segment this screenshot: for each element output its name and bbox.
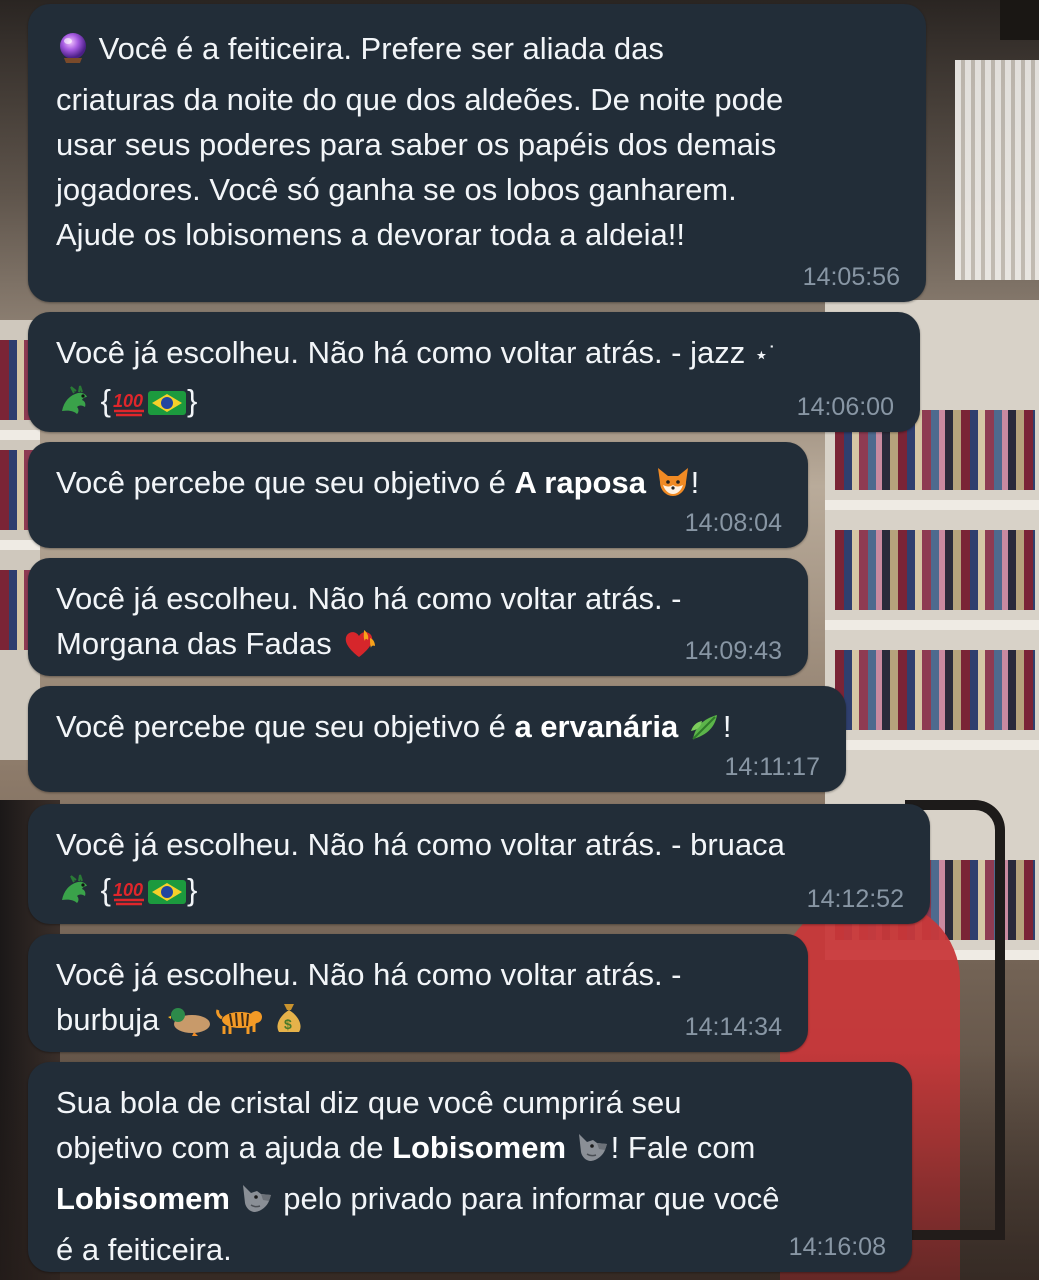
message-timestamp: 14:11:17 (724, 753, 820, 781)
svg-text:$: $ (284, 1016, 292, 1032)
message-timestamp: 14:16:08 (788, 1233, 886, 1261)
wolf-icon (239, 1181, 275, 1227)
brazil-flag-icon (147, 873, 187, 918)
money-bag-icon: $ (273, 1000, 305, 1048)
message-text: Você já escolheu. Não há como voltar atr… (56, 576, 780, 672)
svg-text:100: 100 (113, 880, 143, 900)
tiger-icon (214, 1002, 264, 1048)
ally-role: Lobisomem (56, 1181, 230, 1216)
message-timestamp: 14:14:34 (684, 1013, 782, 1041)
message-text: Você percebe que seu objetivo é A raposa… (56, 460, 780, 511)
fox-icon (655, 465, 691, 511)
svg-text:100: 100 (113, 391, 143, 411)
duck-icon (168, 1002, 214, 1048)
message-timestamp: 14:05:56 (802, 263, 900, 291)
hundred-points-icon: 100 (111, 384, 147, 429)
sparkle-star: ⋆˙ (753, 342, 777, 369)
heart-on-fire-icon (340, 624, 378, 672)
target-role: A raposa (514, 465, 646, 500)
message-bubble[interactable]: Você já escolheu. Não há como voltar atr… (28, 558, 808, 676)
dragon-icon (56, 383, 92, 429)
message-text: Você percebe que seu objetivo é a ervaná… (56, 704, 818, 755)
message-text: Você já escolheu. Não há como voltar atr… (56, 952, 780, 1048)
ally-role: Lobisomem (392, 1130, 567, 1165)
target-role: a ervanária (514, 709, 679, 744)
message-text: Sua bola de cristal diz que você cumprir… (56, 1085, 780, 1267)
message-bubble[interactable]: Você é a feiticeira. Prefere ser aliada … (28, 4, 926, 302)
message-timestamp: 14:09:43 (684, 637, 782, 665)
wolf-icon (575, 1130, 611, 1176)
message-timestamp: 14:08:04 (684, 509, 782, 537)
message-timestamp: 14:12:52 (806, 885, 904, 913)
message-bubble[interactable]: Você já escolheu. Não há como voltar atr… (28, 312, 920, 432)
message-text: Você já escolheu. Não há como voltar atr… (56, 822, 902, 918)
message-bubble[interactable]: Você percebe que seu objetivo é a ervaná… (28, 686, 846, 792)
crystal-ball-icon (56, 31, 90, 77)
message-bubble[interactable]: Você percebe que seu objetivo é A raposa… (28, 442, 808, 548)
brazil-flag-icon (147, 384, 187, 429)
message-bubble[interactable]: Sua bola de cristal diz que você cumprir… (28, 1062, 912, 1272)
message-text: Você é a feiticeira. Prefere ser aliada … (56, 31, 784, 252)
herb-icon (687, 709, 723, 755)
hundred-points-icon: 100 (111, 873, 147, 918)
message-bubble[interactable]: Você já escolheu. Não há como voltar atr… (28, 934, 808, 1052)
message-bubble[interactable]: Você já escolheu. Não há como voltar atr… (28, 804, 930, 924)
message-text: Você já escolheu. Não há como voltar atr… (56, 330, 892, 429)
message-timestamp: 14:06:00 (796, 393, 894, 421)
dragon-icon (56, 872, 92, 918)
